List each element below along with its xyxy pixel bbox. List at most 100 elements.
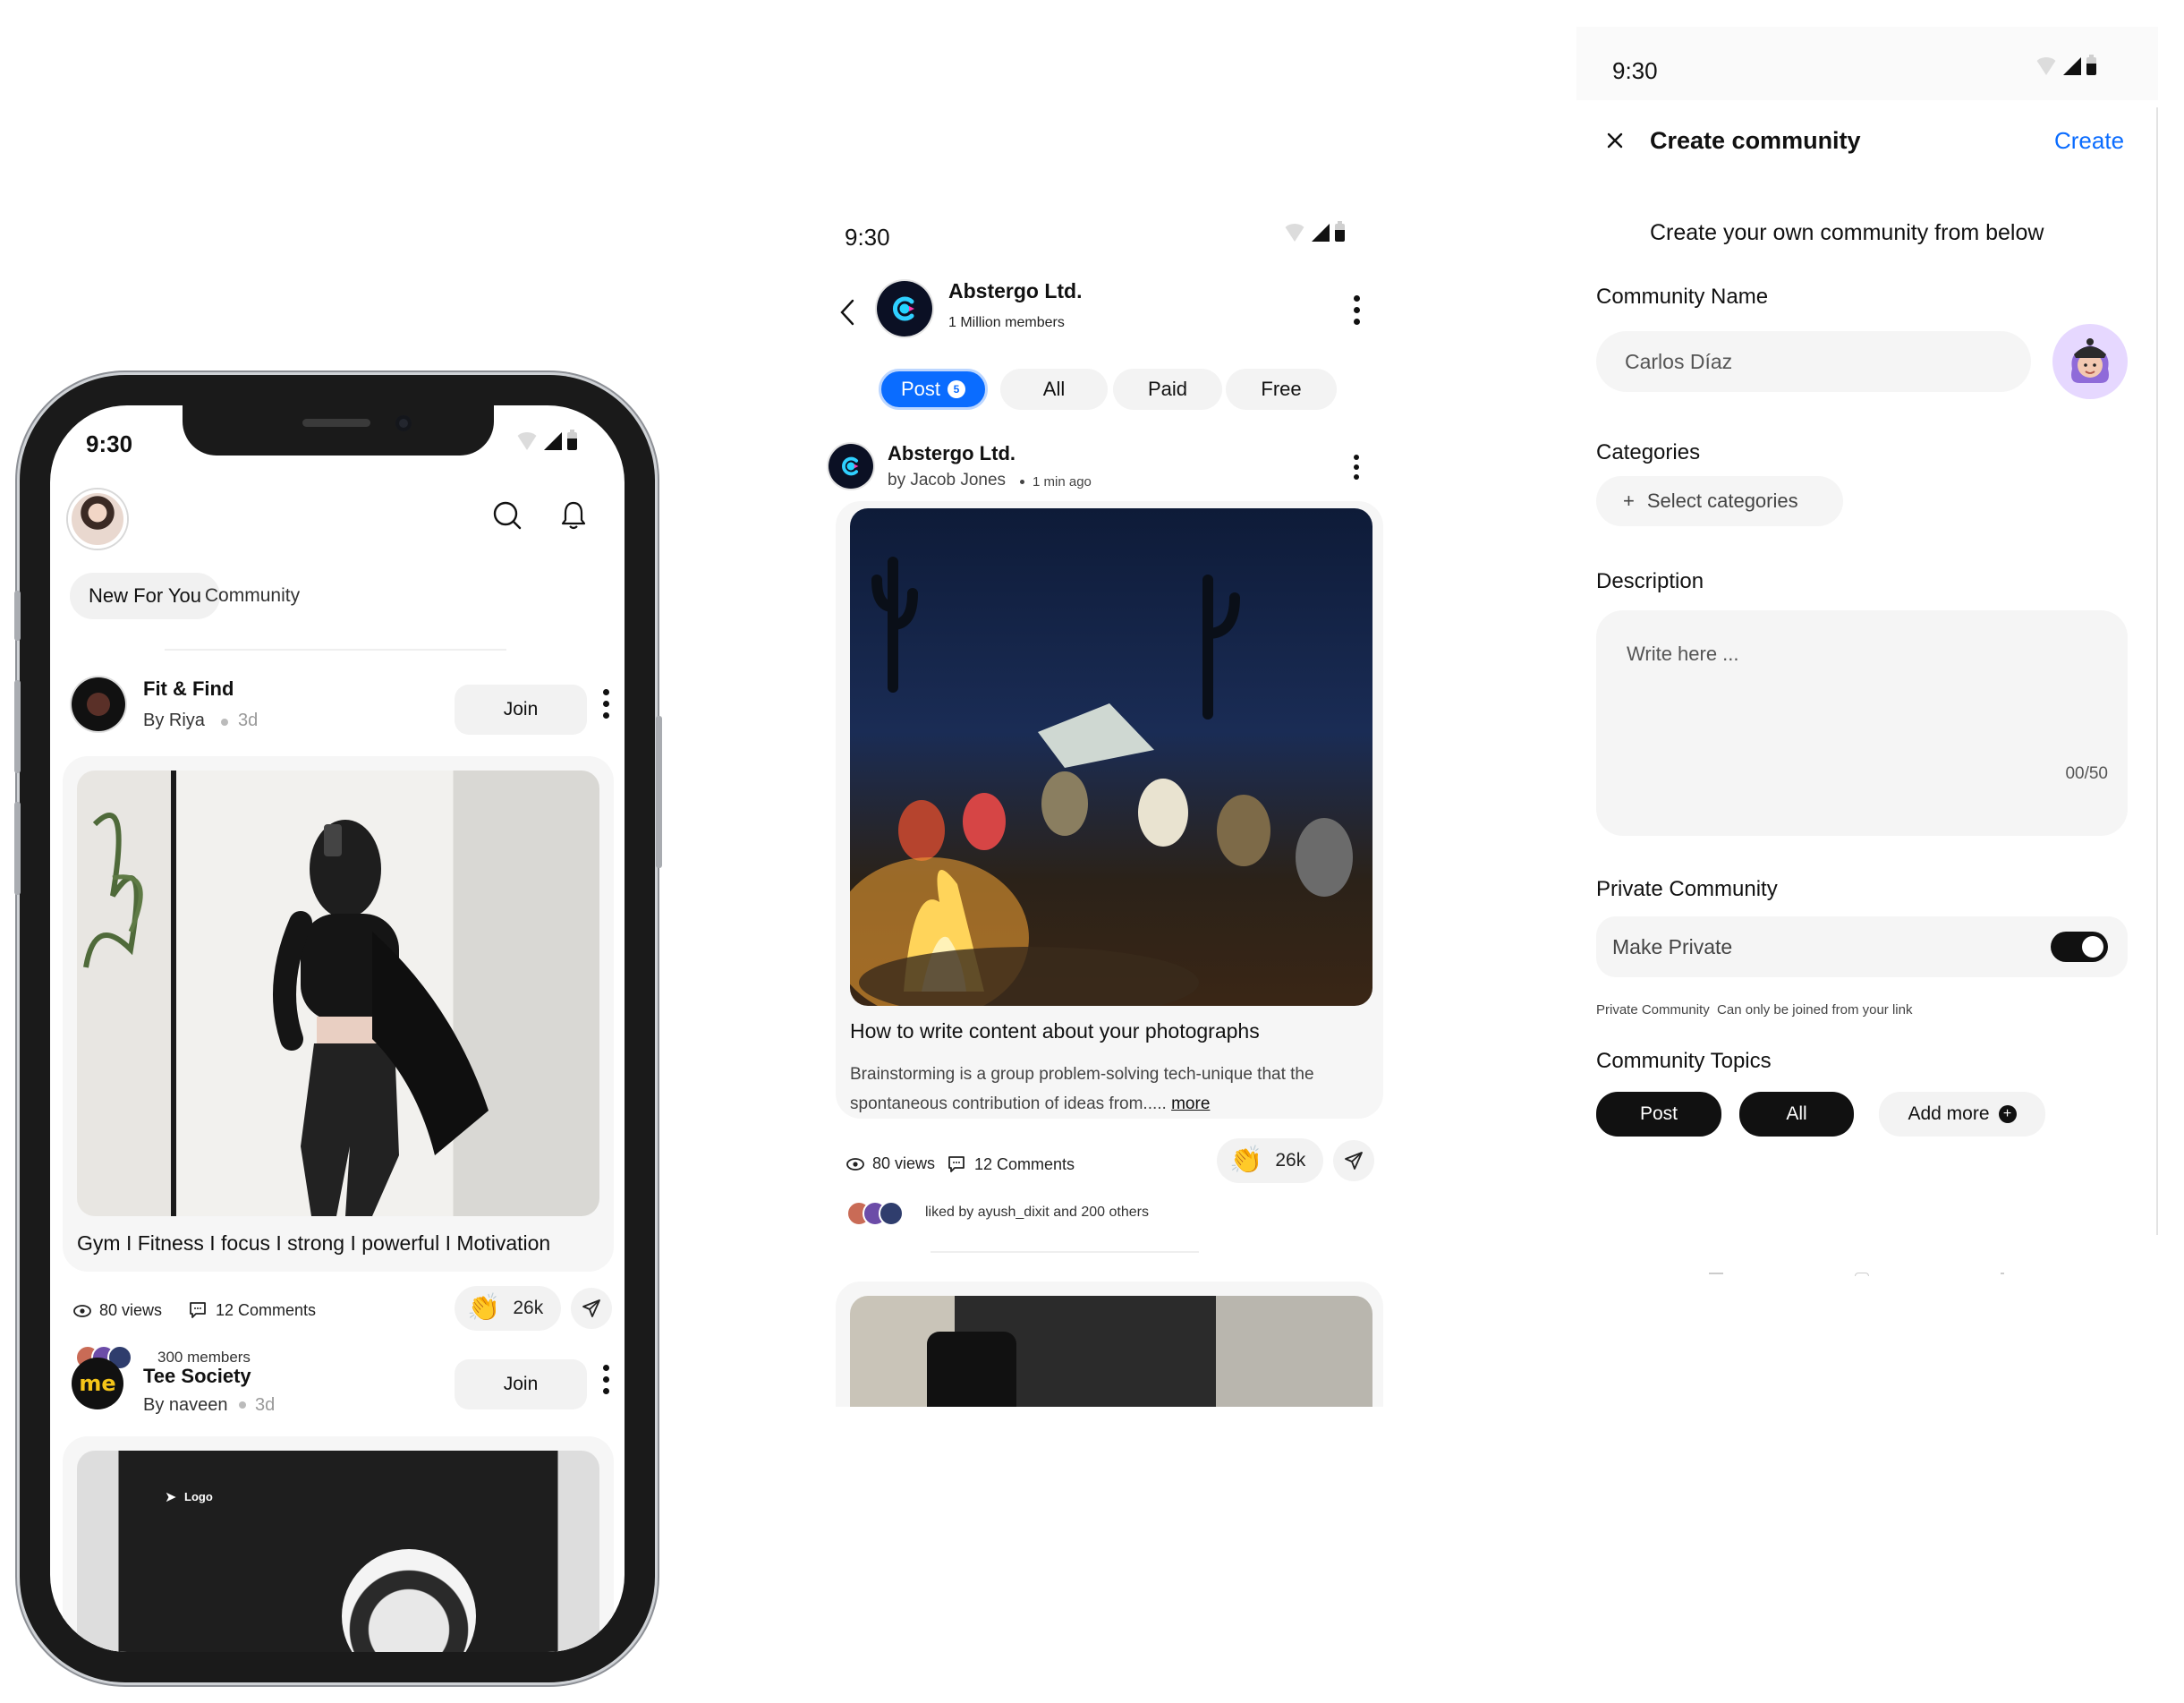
post-author-name[interactable]: Abstergo Ltd.	[888, 442, 1016, 465]
divider	[165, 649, 506, 651]
back-chevron-icon[interactable]	[827, 292, 868, 333]
comments-stat[interactable]: 12 Comments	[188, 1300, 316, 1320]
post-image[interactable]	[850, 508, 1372, 1006]
eye-icon	[846, 1157, 864, 1171]
add-more-button[interactable]: Add more +	[1879, 1092, 2045, 1137]
wifi-icon	[515, 432, 539, 450]
description-textarea[interactable]: Write here ... 00/50	[1596, 610, 2128, 836]
community-logo[interactable]	[877, 281, 932, 336]
subtitle: Create your own community from below	[1650, 220, 2044, 245]
post-count-badge: 5	[948, 380, 966, 398]
filter-all[interactable]: All	[1000, 369, 1108, 410]
private-toggle[interactable]	[2051, 932, 2108, 962]
post-image[interactable]	[77, 771, 599, 1216]
status-time: 9:30	[845, 224, 890, 251]
members-count: 1 Million members	[948, 315, 1065, 330]
post-title: How to write content about your photogra…	[850, 1019, 1260, 1043]
phone1-screen: 9:30 New For You Community Fit & Find By…	[50, 405, 625, 1652]
wifi-icon	[2035, 57, 2058, 75]
make-private-row[interactable]: Make Private	[1596, 916, 2128, 977]
comments-count: 12 Comments	[216, 1300, 317, 1319]
filter-post[interactable]: Post 5	[879, 369, 988, 410]
share-icon[interactable]	[1333, 1140, 1374, 1181]
post-image[interactable]	[850, 1296, 1372, 1407]
bell-icon[interactable]	[553, 495, 594, 536]
speaker	[302, 419, 370, 427]
tab-community-label: Community	[204, 585, 301, 606]
divider	[931, 1251, 1199, 1253]
clap-icon: 👏	[467, 1293, 501, 1323]
community-name-label: Community Name	[1596, 285, 1769, 309]
topic-all[interactable]: All	[1739, 1092, 1854, 1137]
status-icons	[2035, 55, 2096, 75]
join-button[interactable]: Join	[455, 685, 587, 735]
post-body: Brainstorming is a group problem-solving…	[850, 1060, 1351, 1119]
select-categories-button[interactable]: + Select categories	[1596, 476, 1843, 526]
views-stat: 80 views	[846, 1154, 935, 1173]
clap-button[interactable]: 👏 26k	[455, 1286, 562, 1331]
comments-stat[interactable]: 12 Comments	[947, 1154, 1075, 1174]
dot-separator	[221, 719, 228, 726]
avatar	[879, 1201, 904, 1226]
create-button[interactable]: Create	[2054, 127, 2124, 155]
share-icon[interactable]	[571, 1288, 612, 1329]
filter-paid[interactable]: Paid	[1113, 369, 1222, 410]
search-icon[interactable]	[487, 495, 528, 536]
private-hint: Private Community Can only be joined fro…	[1596, 1002, 1913, 1018]
post-community-name[interactable]: Fit & Find	[143, 677, 234, 701]
status-icons	[1283, 221, 1345, 242]
tab-community[interactable]: Community	[168, 573, 319, 619]
close-icon[interactable]	[1594, 120, 1636, 161]
post-author-logo[interactable]	[829, 444, 873, 489]
topic-post[interactable]: Post	[1596, 1092, 1721, 1137]
volume-down-button	[14, 802, 21, 895]
portrait-circle	[342, 1549, 476, 1652]
gym-photo-illustration	[83, 813, 489, 1216]
read-more-link[interactable]: more	[1171, 1094, 1210, 1113]
post-author: By Riya	[143, 711, 205, 730]
screen-edge	[2156, 107, 2158, 1235]
more-options-icon[interactable]	[602, 1365, 609, 1394]
community-name-field[interactable]: Carlos Díaz	[1596, 331, 2031, 392]
phone2-screen: 9:30 Abstergo Ltd. 1 Million members Pos…	[823, 199, 1396, 1416]
post-time: 1 min ago	[1033, 474, 1092, 490]
community-avatar-picker[interactable]	[2052, 324, 2128, 399]
wifi-icon	[1283, 224, 1306, 242]
page-title: Create community	[1650, 127, 1861, 154]
comment-icon	[948, 1156, 965, 1172]
make-private-label: Make Private	[1612, 934, 1733, 958]
battery-icon	[2086, 55, 2096, 75]
profile-avatar[interactable]	[68, 490, 127, 549]
more-options-icon[interactable]	[1353, 295, 1360, 325]
bag-shape	[927, 1332, 1016, 1407]
post-age: 3d	[238, 711, 259, 730]
more-options-icon[interactable]	[1353, 455, 1360, 480]
signal-icon	[2063, 57, 2081, 75]
fit-and-find-logo[interactable]	[72, 677, 125, 731]
eye-icon	[73, 1304, 91, 1317]
battery-icon	[1335, 221, 1345, 242]
comments-count: 12 Comments	[974, 1154, 1075, 1173]
filter-free[interactable]: Free	[1226, 369, 1337, 410]
clap-button[interactable]: 👏 26k	[1217, 1138, 1324, 1183]
brand-c-icon	[893, 296, 914, 321]
notch	[183, 405, 494, 456]
more-options-icon[interactable]	[602, 689, 609, 719]
views-stat: 80 views	[73, 1301, 162, 1320]
paper-plane-icon: ➤	[165, 1490, 177, 1505]
views-count: 80 views	[872, 1154, 936, 1172]
preview-logo-text: Logo	[184, 1490, 213, 1503]
post-image[interactable]: ➤ Logo	[77, 1451, 599, 1652]
join-button[interactable]: Join	[455, 1359, 587, 1409]
post-community-name[interactable]: Tee Society	[143, 1365, 251, 1388]
description-counter: 00/50	[2065, 764, 2108, 783]
status-time: 9:30	[86, 430, 133, 457]
dot-separator	[1020, 480, 1024, 484]
power-button	[656, 716, 662, 868]
battery-icon	[567, 430, 577, 450]
comment-icon	[190, 1302, 206, 1318]
plus-circle-icon: +	[1998, 1105, 2017, 1123]
select-categories-label: Select categories	[1646, 490, 1798, 512]
post-age: 3d	[255, 1395, 276, 1415]
tee-society-logo[interactable]: me	[72, 1358, 123, 1409]
